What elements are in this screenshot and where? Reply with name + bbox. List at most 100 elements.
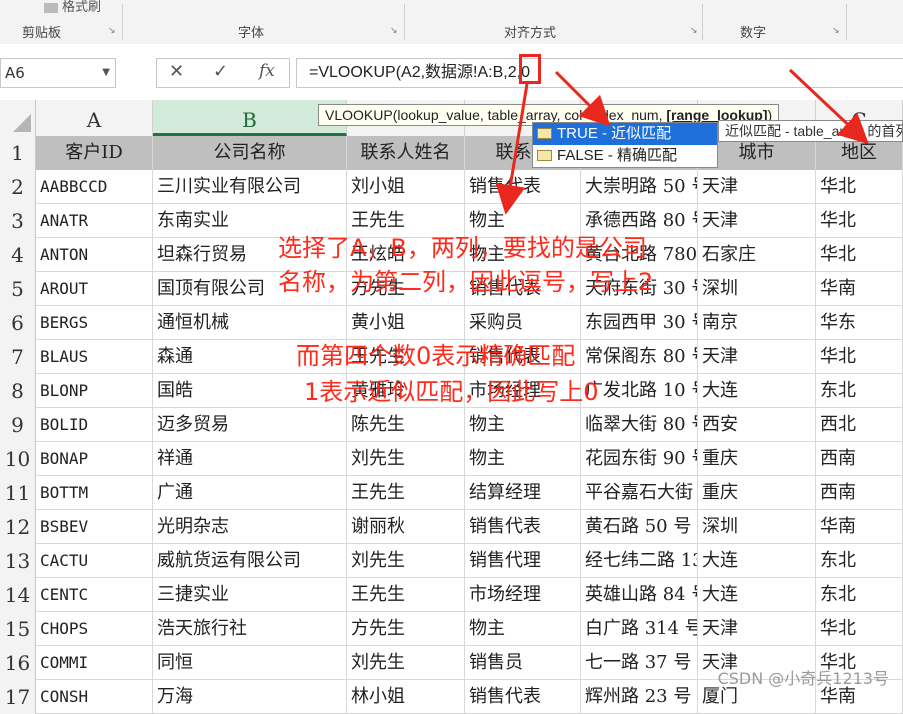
table-cell[interactable]: 东北 bbox=[816, 374, 903, 408]
row-number[interactable]: 7 bbox=[0, 340, 36, 374]
header-cell[interactable]: 公司名称 bbox=[153, 136, 347, 170]
table-cell[interactable]: CONSH bbox=[36, 680, 153, 714]
table-cell[interactable]: 七一路 37 号 bbox=[581, 646, 698, 680]
row-number[interactable]: 3 bbox=[0, 204, 36, 238]
row-number[interactable]: 13 bbox=[0, 544, 36, 578]
row-number[interactable]: 16 bbox=[0, 646, 36, 680]
fx-icon[interactable]: fx bbox=[259, 61, 275, 81]
table-cell[interactable]: CENTC bbox=[36, 578, 153, 612]
table-cell[interactable]: COMMI bbox=[36, 646, 153, 680]
table-cell[interactable]: 西南 bbox=[816, 442, 903, 476]
table-cell[interactable]: 重庆 bbox=[698, 476, 816, 510]
table-cell[interactable]: BSBEV bbox=[36, 510, 153, 544]
table-cell[interactable]: 天津 bbox=[698, 204, 816, 238]
table-cell[interactable]: 大连 bbox=[698, 578, 816, 612]
number-launcher-icon[interactable]: ↘ bbox=[832, 26, 840, 36]
table-cell[interactable]: 同恒 bbox=[153, 646, 347, 680]
row-number[interactable]: 9 bbox=[0, 408, 36, 442]
chevron-down-icon[interactable]: ▼ bbox=[102, 59, 110, 87]
table-cell[interactable]: 刘先生 bbox=[347, 646, 465, 680]
table-cell[interactable]: 华南 bbox=[816, 272, 903, 306]
table-cell[interactable]: 花园东街 90 号 bbox=[581, 442, 698, 476]
table-cell[interactable]: 大连 bbox=[698, 544, 816, 578]
table-cell[interactable]: 销售代表 bbox=[465, 170, 581, 204]
table-cell[interactable]: 方先生 bbox=[347, 612, 465, 646]
table-cell[interactable]: CHOPS bbox=[36, 612, 153, 646]
dropdown-item-true[interactable]: TRUE - 近似匹配 bbox=[533, 123, 717, 145]
table-cell[interactable]: 销售员 bbox=[465, 646, 581, 680]
row-number[interactable]: 17 bbox=[0, 680, 36, 714]
table-cell[interactable]: 广发北路 10 号 bbox=[581, 374, 698, 408]
alignment-launcher-icon[interactable]: ↘ bbox=[690, 26, 698, 36]
table-cell[interactable]: 黄石路 50 号 bbox=[581, 510, 698, 544]
row-number[interactable]: 8 bbox=[0, 374, 36, 408]
table-cell[interactable]: 陈先生 bbox=[347, 408, 465, 442]
table-cell[interactable]: 物主 bbox=[465, 612, 581, 646]
table-cell[interactable]: 西北 bbox=[816, 408, 903, 442]
table-cell[interactable]: 东北 bbox=[816, 578, 903, 612]
check-icon[interactable]: ✓ bbox=[213, 61, 228, 82]
cancel-icon[interactable]: ✕ bbox=[169, 61, 184, 82]
table-cell[interactable]: 华北 bbox=[816, 340, 903, 374]
row-number[interactable]: 15 bbox=[0, 612, 36, 646]
table-cell[interactable]: 华北 bbox=[816, 612, 903, 646]
table-cell[interactable]: 经七纬二路 13 号 bbox=[581, 544, 698, 578]
table-cell[interactable]: 华南 bbox=[816, 510, 903, 544]
table-cell[interactable]: 西安 bbox=[698, 408, 816, 442]
table-cell[interactable]: 东园西甲 30 号 bbox=[581, 306, 698, 340]
row-number[interactable]: 5 bbox=[0, 272, 36, 306]
table-cell[interactable]: 祥通 bbox=[153, 442, 347, 476]
table-cell[interactable]: 通恒机械 bbox=[153, 306, 347, 340]
table-cell[interactable]: 广通 bbox=[153, 476, 347, 510]
dropdown-item-false[interactable]: FALSE - 精确匹配 bbox=[533, 145, 717, 167]
header-cell[interactable]: 客户ID bbox=[36, 136, 153, 170]
table-cell[interactable]: 天津 bbox=[698, 340, 816, 374]
table-cell[interactable]: 东北 bbox=[816, 544, 903, 578]
table-cell[interactable]: 临翠大街 80 号 bbox=[581, 408, 698, 442]
table-cell[interactable]: 王先生 bbox=[347, 578, 465, 612]
table-cell[interactable]: 三川实业有限公司 bbox=[153, 170, 347, 204]
table-cell[interactable]: 物主 bbox=[465, 408, 581, 442]
row-number[interactable]: 1 bbox=[0, 136, 36, 170]
table-cell[interactable]: 浩天旅行社 bbox=[153, 612, 347, 646]
table-cell[interactable]: 辉州路 23 号 bbox=[581, 680, 698, 714]
table-cell[interactable]: 天津 bbox=[698, 612, 816, 646]
table-cell[interactable]: 王先生 bbox=[347, 476, 465, 510]
table-cell[interactable]: 石家庄 bbox=[698, 238, 816, 272]
row-number[interactable]: 14 bbox=[0, 578, 36, 612]
table-cell[interactable]: AABBCCD bbox=[36, 170, 153, 204]
table-cell[interactable]: 华东 bbox=[816, 306, 903, 340]
header-cell[interactable]: 联系人姓名 bbox=[347, 136, 465, 170]
table-cell[interactable]: 南京 bbox=[698, 306, 816, 340]
table-cell[interactable]: 华北 bbox=[816, 170, 903, 204]
table-cell[interactable]: 采购员 bbox=[465, 306, 581, 340]
table-cell[interactable]: 黄小姐 bbox=[347, 306, 465, 340]
table-cell[interactable]: 三捷实业 bbox=[153, 578, 347, 612]
table-cell[interactable]: 万海 bbox=[153, 680, 347, 714]
row-number[interactable]: 6 bbox=[0, 306, 36, 340]
table-cell[interactable]: BOLID bbox=[36, 408, 153, 442]
table-cell[interactable]: 刘先生 bbox=[347, 442, 465, 476]
row-number[interactable]: 12 bbox=[0, 510, 36, 544]
table-cell[interactable]: 大连 bbox=[698, 374, 816, 408]
table-cell[interactable]: 物主 bbox=[465, 442, 581, 476]
format-painter-button[interactable]: 格式刷 bbox=[44, 0, 101, 15]
table-cell[interactable]: 大崇明路 50 号 bbox=[581, 170, 698, 204]
table-cell[interactable]: 天津 bbox=[698, 170, 816, 204]
table-cell[interactable]: 市场经理 bbox=[465, 578, 581, 612]
table-cell[interactable]: CACTU bbox=[36, 544, 153, 578]
font-launcher-icon[interactable]: ↘ bbox=[390, 26, 398, 36]
table-cell[interactable]: 西南 bbox=[816, 476, 903, 510]
table-cell[interactable]: BLAUS bbox=[36, 340, 153, 374]
table-cell[interactable]: 重庆 bbox=[698, 442, 816, 476]
table-cell[interactable]: 常保阁东 80 号 bbox=[581, 340, 698, 374]
row-number[interactable]: 4 bbox=[0, 238, 36, 272]
formula-input[interactable]: =VLOOKUP(A2,数据源!A:B,2,0 bbox=[296, 58, 903, 88]
table-cell[interactable]: 华北 bbox=[816, 204, 903, 238]
table-cell[interactable]: 平谷嘉石大街 bbox=[581, 476, 698, 510]
table-cell[interactable]: 销售代表 bbox=[465, 680, 581, 714]
table-cell[interactable]: 销售代理 bbox=[465, 544, 581, 578]
select-all-corner[interactable] bbox=[0, 100, 36, 136]
table-cell[interactable]: 威航货运有限公司 bbox=[153, 544, 347, 578]
row-number[interactable]: 2 bbox=[0, 170, 36, 204]
